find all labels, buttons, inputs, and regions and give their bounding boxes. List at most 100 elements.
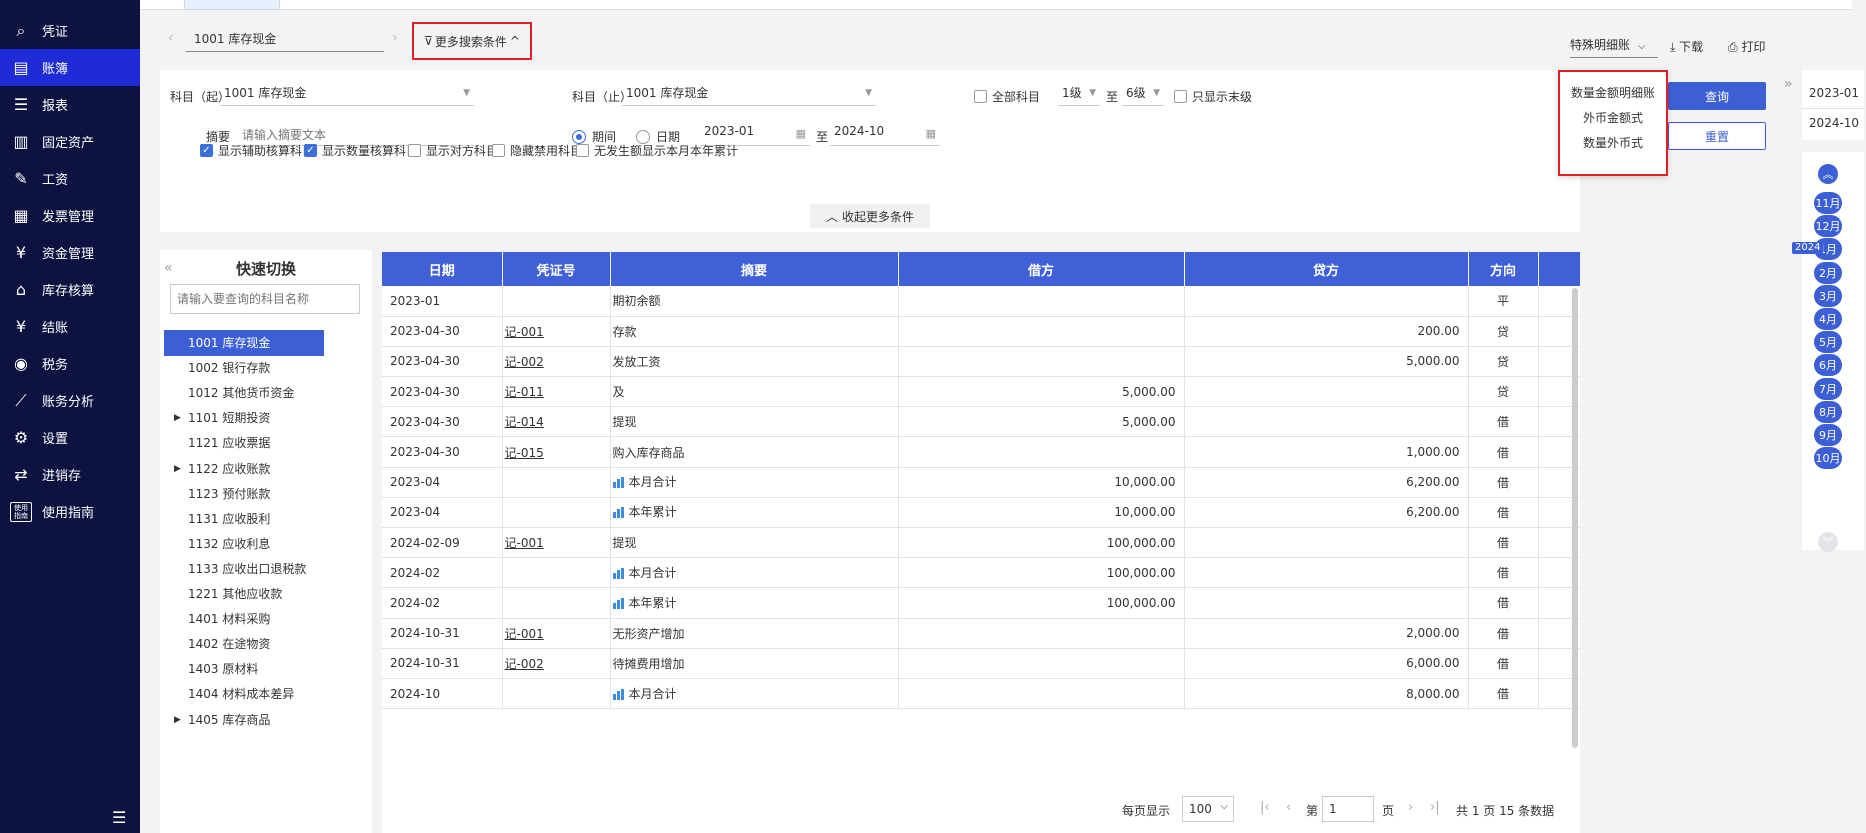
table-scrollbar[interactable] <box>1572 288 1578 748</box>
current-subject[interactable]: 1001 库存现金 <box>186 28 384 52</box>
table-row[interactable]: 2024-02-09记-001提现100,000.00借103,800.00 <box>382 527 1580 559</box>
next-page-icon[interactable]: › <box>1408 800 1413 815</box>
per-page-select[interactable]: 100 ⌵ <box>1182 796 1234 822</box>
level-from-select[interactable]: 1级 ▼ <box>1058 84 1100 106</box>
tree-item[interactable]: 1401 材料采购 <box>164 606 324 632</box>
option-checkbox-1[interactable]: ✓ 显示数量核算科目 <box>304 142 418 159</box>
month-button[interactable]: 11月 <box>1814 192 1842 214</box>
sidebar-item-0[interactable]: ⌕ 凭证 <box>0 12 140 49</box>
sidebar-item-3[interactable]: ▥ 固定资产 <box>0 123 140 160</box>
tree-item[interactable]: 1121 应收票据 <box>164 430 324 456</box>
quick-switch-search-input[interactable] <box>170 284 360 314</box>
query-button[interactable]: 查询 <box>1668 82 1766 110</box>
tree-item[interactable]: 1221 其他应收款 <box>164 581 324 607</box>
table-row[interactable]: 2023-04-30记-001存款200.00贷200.00 <box>382 316 1580 347</box>
table-row[interactable]: 2023-04本年累计10,000.006,200.00借3,800.00 <box>382 497 1580 529</box>
reset-button[interactable]: 重置 <box>1668 122 1766 150</box>
tree-item[interactable]: 1001 库存现金 <box>164 330 324 356</box>
dropdown-item-1[interactable]: 外币金额式 <box>1560 109 1666 126</box>
option-checkbox-2[interactable]: 显示对方科目 <box>408 142 498 159</box>
month-button[interactable]: 7月 <box>1814 377 1842 400</box>
table-row[interactable]: 2024-10-31记-002待摊费用增加6,000.00借95,800.00 <box>382 648 1580 679</box>
dropdown-item-2[interactable]: 数量外币式 <box>1560 134 1666 151</box>
print-button[interactable]: ⎙ 打印 <box>1728 38 1765 55</box>
voucher-link[interactable]: 记-011 <box>505 385 544 399</box>
table-row[interactable]: 2023-04-30记-002发放工资5,000.00贷5,200.00 <box>382 346 1580 378</box>
option-checkbox-0[interactable]: ✓ 显示辅助核算科目 <box>200 142 314 159</box>
prev-subject-icon[interactable]: ‹ <box>168 30 174 46</box>
period-to-picker[interactable]: 2024-10 ▦ <box>830 124 940 146</box>
month-button[interactable]: 5月 <box>1814 331 1842 354</box>
tree-item[interactable]: 1403 原材料 <box>164 656 324 682</box>
table-row[interactable]: 2024-10-31记-001无形资产增加2,000.00借101,800.00 <box>382 618 1580 649</box>
tree-item[interactable]: 1132 应收利息 <box>164 531 324 557</box>
table-row[interactable]: 2024-02本月合计100,000.00借103,800.00 <box>382 557 1580 589</box>
voucher-link[interactable]: 记-001 <box>505 325 544 339</box>
table-row[interactable]: 2023-04-30记-014提现5,000.00借4,800.00 <box>382 406 1580 438</box>
month-button[interactable]: 2月 <box>1814 261 1842 284</box>
sidebar-item-11[interactable]: ⚙ 设置 <box>0 419 140 456</box>
more-conditions-button[interactable]: ⊽ 更多搜索条件 ^ <box>412 22 532 60</box>
expand-triangle-icon[interactable]: ▶ <box>174 707 181 733</box>
month-button[interactable]: 9月 <box>1814 424 1842 446</box>
month-button[interactable]: 10月 <box>1814 447 1842 470</box>
table-row[interactable]: 2023-01 期初余额 平 <box>382 286 1580 317</box>
tree-item[interactable]: ▶ 1101 短期投资 <box>164 405 324 431</box>
sidebar-item-5[interactable]: ▦ 发票管理 <box>0 197 140 234</box>
tree-item[interactable]: 1002 银行存款 <box>164 355 324 381</box>
tree-item[interactable]: ▶ 1122 应收账款 <box>164 456 324 482</box>
sidebar-item-8[interactable]: ¥ 结账 <box>0 308 140 345</box>
sidebar-item-9[interactable]: ◉ 税务 <box>0 345 140 382</box>
voucher-link[interactable]: 记-015 <box>505 446 544 460</box>
next-subject-icon[interactable]: › <box>392 30 398 46</box>
sidebar-item-1[interactable]: ▤ 账簿 <box>0 49 140 86</box>
month-button[interactable]: 3月 <box>1814 284 1842 307</box>
tree-item[interactable]: 1404 材料成本差异 <box>164 681 324 707</box>
table-row[interactable]: 2023-04本月合计10,000.006,200.00借3,800.00 <box>382 467 1580 498</box>
collapse-more-button[interactable]: ︿ 收起更多条件 <box>810 204 930 228</box>
last-page-icon[interactable]: ›| <box>1430 800 1440 815</box>
option-checkbox-4[interactable]: 无发生额显示本月本年累计 <box>576 142 738 159</box>
tree-item[interactable]: 1012 其他货币资金 <box>164 380 324 406</box>
menu-collapse-icon[interactable]: ☰ <box>112 808 126 827</box>
sidebar-item-13[interactable]: 使用 指南 使用指南 <box>0 493 140 530</box>
period-end[interactable]: 2024-10 <box>1806 116 1862 130</box>
option-checkbox-3[interactable]: 隐藏禁用科目 <box>492 142 582 159</box>
first-page-icon[interactable]: |‹ <box>1260 800 1270 815</box>
voucher-link[interactable]: 记-001 <box>505 536 544 550</box>
table-row[interactable]: 2023-04-30记-015购入库存商品1,000.00借3,800.00 <box>382 436 1580 468</box>
table-row[interactable]: 2024-10本月合计8,000.00借95,800.00 <box>382 678 1580 710</box>
sidebar-item-7[interactable]: ⌂ 库存核算 <box>0 271 140 308</box>
sidebar-item-6[interactable]: ¥ 资金管理 <box>0 234 140 271</box>
month-button[interactable]: 6月 <box>1814 354 1842 377</box>
tree-item[interactable]: 1123 预付账款 <box>164 481 324 507</box>
scroll-down-icon[interactable]: ︾ <box>1818 532 1838 552</box>
sidebar-item-10[interactable]: ⟋ 账务分析 <box>0 382 140 419</box>
voucher-link[interactable]: 记-001 <box>505 627 544 641</box>
table-row[interactable]: 2023-04-30记-011及5,000.00贷200.00 <box>382 376 1580 408</box>
tree-item[interactable]: 1402 在途物资 <box>164 631 324 657</box>
table-row[interactable]: 2024-02本年累计100,000.00借103,800.00 <box>382 587 1580 619</box>
month-button[interactable]: 8月 <box>1814 400 1842 423</box>
sidebar-item-12[interactable]: ⇄ 进销存 <box>0 456 140 493</box>
sidebar-item-4[interactable]: ✎ 工资 <box>0 160 140 197</box>
double-chevron-right-icon[interactable]: » <box>1784 76 1793 92</box>
month-button[interactable]: 12月 <box>1814 215 1842 238</box>
prev-page-icon[interactable]: ‹ <box>1286 800 1291 815</box>
voucher-link[interactable]: 记-014 <box>505 415 544 429</box>
voucher-link[interactable]: 记-002 <box>505 657 544 671</box>
tree-item[interactable]: 1133 应收出口退税款 <box>164 556 324 582</box>
special-ledger-select[interactable]: 特殊明细账 ⌵ <box>1570 36 1658 58</box>
page-input[interactable]: 1 <box>1322 796 1374 822</box>
level-to-select[interactable]: 6级 ▼ <box>1122 84 1164 106</box>
expand-triangle-icon[interactable]: ▶ <box>174 405 181 431</box>
sidebar-item-2[interactable]: ☰ 报表 <box>0 86 140 123</box>
tree-item[interactable]: 1131 应收股利 <box>164 506 324 532</box>
expand-triangle-icon[interactable]: ▶ <box>174 456 181 482</box>
month-button[interactable]: 4月 <box>1814 308 1842 330</box>
scroll-up-icon[interactable]: ︽ <box>1818 164 1838 184</box>
only-last-level-checkbox[interactable]: 只显示末级 <box>1174 88 1252 105</box>
tree-item[interactable]: ▶ 1405 库存商品 <box>164 707 324 733</box>
download-button[interactable]: ⤓ 下载 <box>1670 38 1703 55</box>
subject-to-select[interactable]: 1001 库存现金 ▼ <box>622 84 876 106</box>
